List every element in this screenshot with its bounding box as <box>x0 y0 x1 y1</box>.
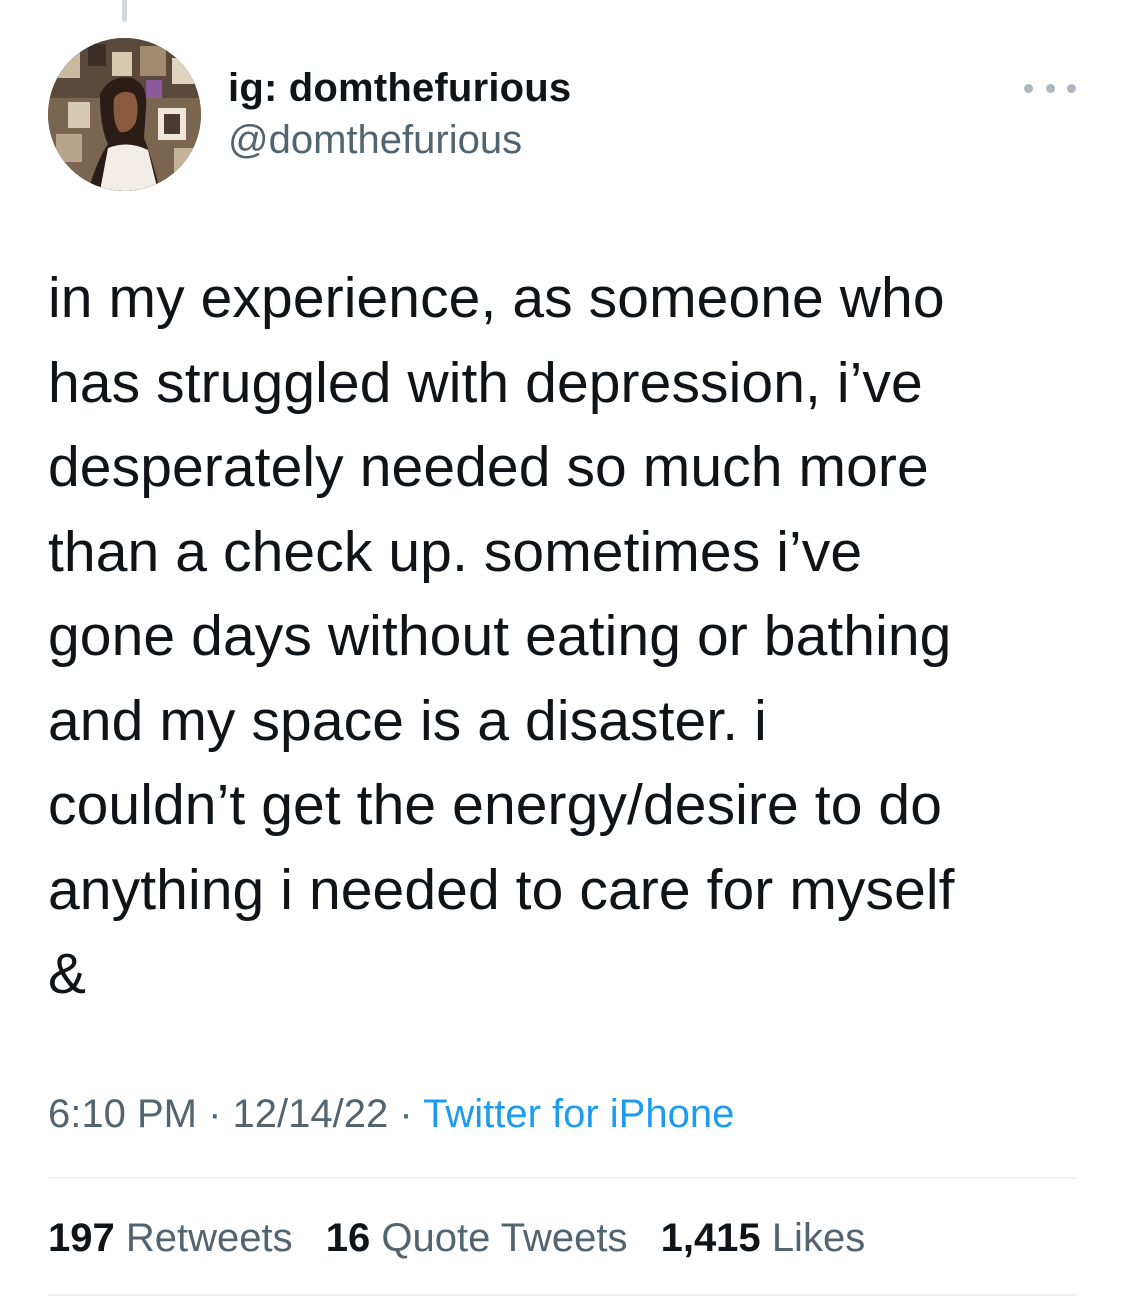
meta-separator: · <box>208 1092 222 1136</box>
tweet-source-link[interactable]: Twitter for iPhone <box>423 1092 734 1136</box>
tweet-stats: 197 Retweets 16 Quote Tweets 1,415 Likes <box>48 1212 887 1264</box>
quote-tweets-stat[interactable]: 16 Quote Tweets <box>326 1212 628 1264</box>
retweets-label: Retweets <box>125 1216 293 1260</box>
author-info[interactable]: ig: domthefurious @domthefurious <box>228 62 571 166</box>
author-display-name[interactable]: ig: domthefurious <box>228 62 571 114</box>
thread-connector-line <box>122 0 127 22</box>
more-options-button[interactable] <box>1024 76 1076 100</box>
tweet-metadata: 6:10 PM · 12/14/22 · Twitter for iPhone <box>48 1088 734 1140</box>
more-horizontal-icon <box>1024 83 1033 93</box>
likes-label: Likes <box>771 1216 866 1260</box>
avatar[interactable] <box>48 38 201 191</box>
retweets-stat[interactable]: 197 Retweets <box>48 1212 293 1264</box>
divider <box>48 1177 1077 1179</box>
likes-count: 1,415 <box>660 1216 761 1260</box>
meta-separator: · <box>399 1092 413 1136</box>
divider <box>48 1294 1077 1296</box>
tweet-time[interactable]: 6:10 PM <box>48 1092 197 1136</box>
tweet-text: in my experience, as someone who has str… <box>48 266 955 1006</box>
more-horizontal-icon <box>1067 83 1076 93</box>
quote-tweets-label: Quote Tweets <box>381 1216 628 1260</box>
more-horizontal-icon <box>1045 83 1055 93</box>
avatar-photo <box>48 38 201 191</box>
quote-tweets-count: 16 <box>325 1216 371 1260</box>
tweet-date[interactable]: 12/14/22 <box>233 1092 389 1136</box>
author-handle[interactable]: @domthefurious <box>228 114 571 166</box>
likes-stat[interactable]: 1,415 Likes <box>661 1212 866 1264</box>
retweets-count: 197 <box>48 1216 115 1260</box>
